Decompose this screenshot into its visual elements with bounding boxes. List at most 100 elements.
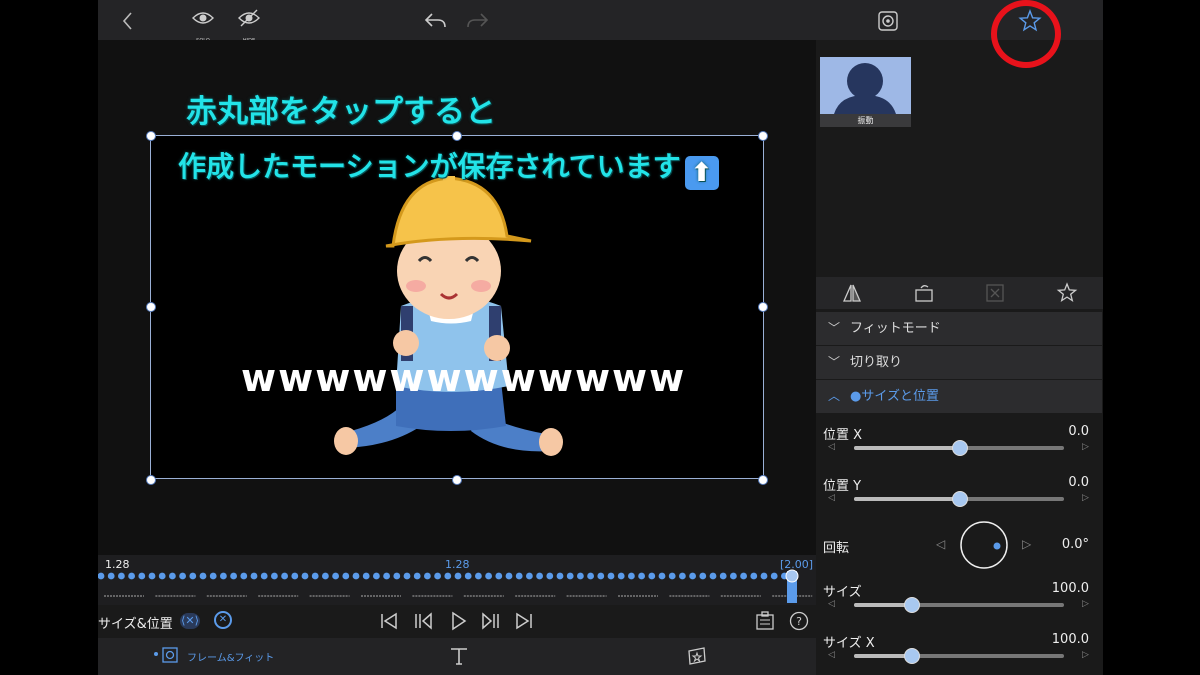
rotation-value[interactable]: 0.0° [1062,537,1089,552]
keyframe-dot[interactable] [689,572,696,580]
increment-icon[interactable]: ▷ [1082,442,1089,452]
keyframe-dot[interactable] [515,572,523,580]
section-size-position[interactable]: ︿ ●サイズと位置 [816,380,1102,413]
keyframe-dot[interactable] [98,572,105,580]
resize-handle-left[interactable] [146,302,156,312]
keyframe-dot[interactable] [291,572,299,580]
keyframe-dot[interactable] [199,572,207,580]
decrement-icon[interactable]: ◁ [828,650,835,660]
keyframe-dot[interactable] [209,572,217,580]
favorites-tab[interactable] [1056,282,1078,304]
pos-x-value[interactable]: 0.0 [1068,424,1089,439]
keyframe-dot[interactable] [230,572,238,580]
keyframe-dot[interactable] [709,572,717,580]
clear-keyframes-button[interactable]: ✕ [214,611,232,629]
keyframe-track[interactable] [98,569,816,605]
keyframe-dot[interactable] [526,572,533,580]
keyframe-dot[interactable] [464,572,472,580]
decrement-icon[interactable]: ◁ [828,493,835,503]
keyframe-toggle[interactable]: ⟨✕⟩ [180,613,200,629]
slider-knob[interactable] [903,597,920,613]
resize-handle-top[interactable] [452,131,462,141]
keyframe-dot[interactable] [454,572,462,580]
keyframe-dot[interactable] [730,572,737,580]
keyframe-dot[interactable] [342,572,350,580]
keyframe-dot[interactable] [648,572,656,580]
jump-to-end-button[interactable] [513,610,535,632]
keyframe-dot[interactable] [760,572,768,580]
hide-button[interactable]: HIDE [236,8,262,44]
keyframe-dot[interactable] [424,572,431,580]
keyframe-dot[interactable] [556,572,564,580]
size-x-value[interactable]: 100.0 [1052,632,1089,647]
keyframe-dot[interactable] [107,572,115,580]
section-fit-mode[interactable]: ﹀ フィットモード [816,312,1102,345]
redo-button[interactable] [464,8,490,34]
resize-handle-bottom-left[interactable] [146,475,156,485]
next-frame-button[interactable] [480,610,502,632]
effects-tab[interactable] [686,645,708,667]
keyframe-dot[interactable] [444,572,452,580]
increment-icon[interactable]: ▷ [1082,599,1089,609]
resize-handle-bottom-right[interactable] [758,475,768,485]
keyframe-dot[interactable] [505,572,513,580]
keyframe-dot[interactable] [546,572,554,580]
previous-frame-button[interactable] [412,610,434,632]
resize-handle-bottom[interactable] [452,475,462,485]
keyframe-dot[interactable] [301,572,309,580]
text-tab[interactable] [448,645,470,667]
keyframe-dot[interactable] [271,572,278,580]
pos-y-slider[interactable] [854,491,1064,507]
solo-button[interactable]: SOLO [190,8,216,44]
rotate-tab[interactable] [913,282,935,304]
back-button[interactable] [116,8,142,34]
resize-handle-top-right[interactable] [758,131,768,141]
keyframe-dot[interactable] [118,572,125,580]
keyframe-dot[interactable] [220,572,227,580]
keyframe-dot[interactable] [495,572,503,580]
increment-icon[interactable]: ▷ [1082,493,1089,503]
play-button[interactable] [447,610,469,632]
keyframe-dot[interactable] [373,572,380,580]
keyframe-dot[interactable] [587,572,594,580]
keyframe-dot[interactable] [352,572,360,580]
keyframe-dot[interactable] [668,572,676,580]
timeline[interactable]: 1.28 1.28 [2.00] [98,555,816,605]
motion-preset-thumbnail[interactable]: 振動 [820,57,911,127]
size-x-slider[interactable] [854,648,1064,664]
keyframe-dot[interactable] [475,572,482,580]
keyframe-dot[interactable] [311,572,319,580]
keyframe-dot[interactable] [413,572,421,580]
keyframe-dot[interactable] [607,572,615,580]
keyframe-dot[interactable] [719,572,727,580]
keyframe-dot[interactable] [179,572,186,580]
keyframe-dot[interactable] [383,572,390,580]
transform-tab[interactable] [984,282,1006,304]
keyframe-dot[interactable] [699,572,707,580]
keyframe-dot[interactable] [770,572,778,580]
keyframe-dot[interactable] [169,572,176,580]
slider-knob[interactable] [903,648,920,664]
decrement-icon[interactable]: ◁ [828,442,835,452]
resize-handle-right[interactable] [758,302,768,312]
keyframe-dot[interactable] [138,572,146,580]
keyframe-dot[interactable] [240,572,248,580]
keyframe-dot[interactable] [189,572,197,580]
increment-icon[interactable]: ▷ [1082,650,1089,660]
keyframe-dot[interactable] [322,572,329,580]
decrement-icon[interactable]: ◁ [828,599,835,609]
keyframe-dot[interactable] [332,572,339,580]
clipboard-button[interactable] [754,610,776,632]
rotation-dial[interactable] [959,520,1009,570]
undo-button[interactable] [423,8,449,34]
jump-to-start-button[interactable] [378,610,400,632]
keyframe-dot[interactable] [679,572,686,580]
keyframe-dot[interactable] [158,572,166,580]
preview-area[interactable]: 赤丸部をタップすると wwwwwwwwwwww 作成したモーションが保存されてい… [98,40,816,555]
keyframe-dot[interactable] [566,572,574,580]
keyframe-dot[interactable] [617,572,625,580]
size-value[interactable]: 100.0 [1052,581,1089,596]
size-slider[interactable] [854,597,1064,613]
keyframe-dot[interactable] [485,572,492,580]
rotate-right-icon[interactable]: ▷ [1022,537,1031,551]
